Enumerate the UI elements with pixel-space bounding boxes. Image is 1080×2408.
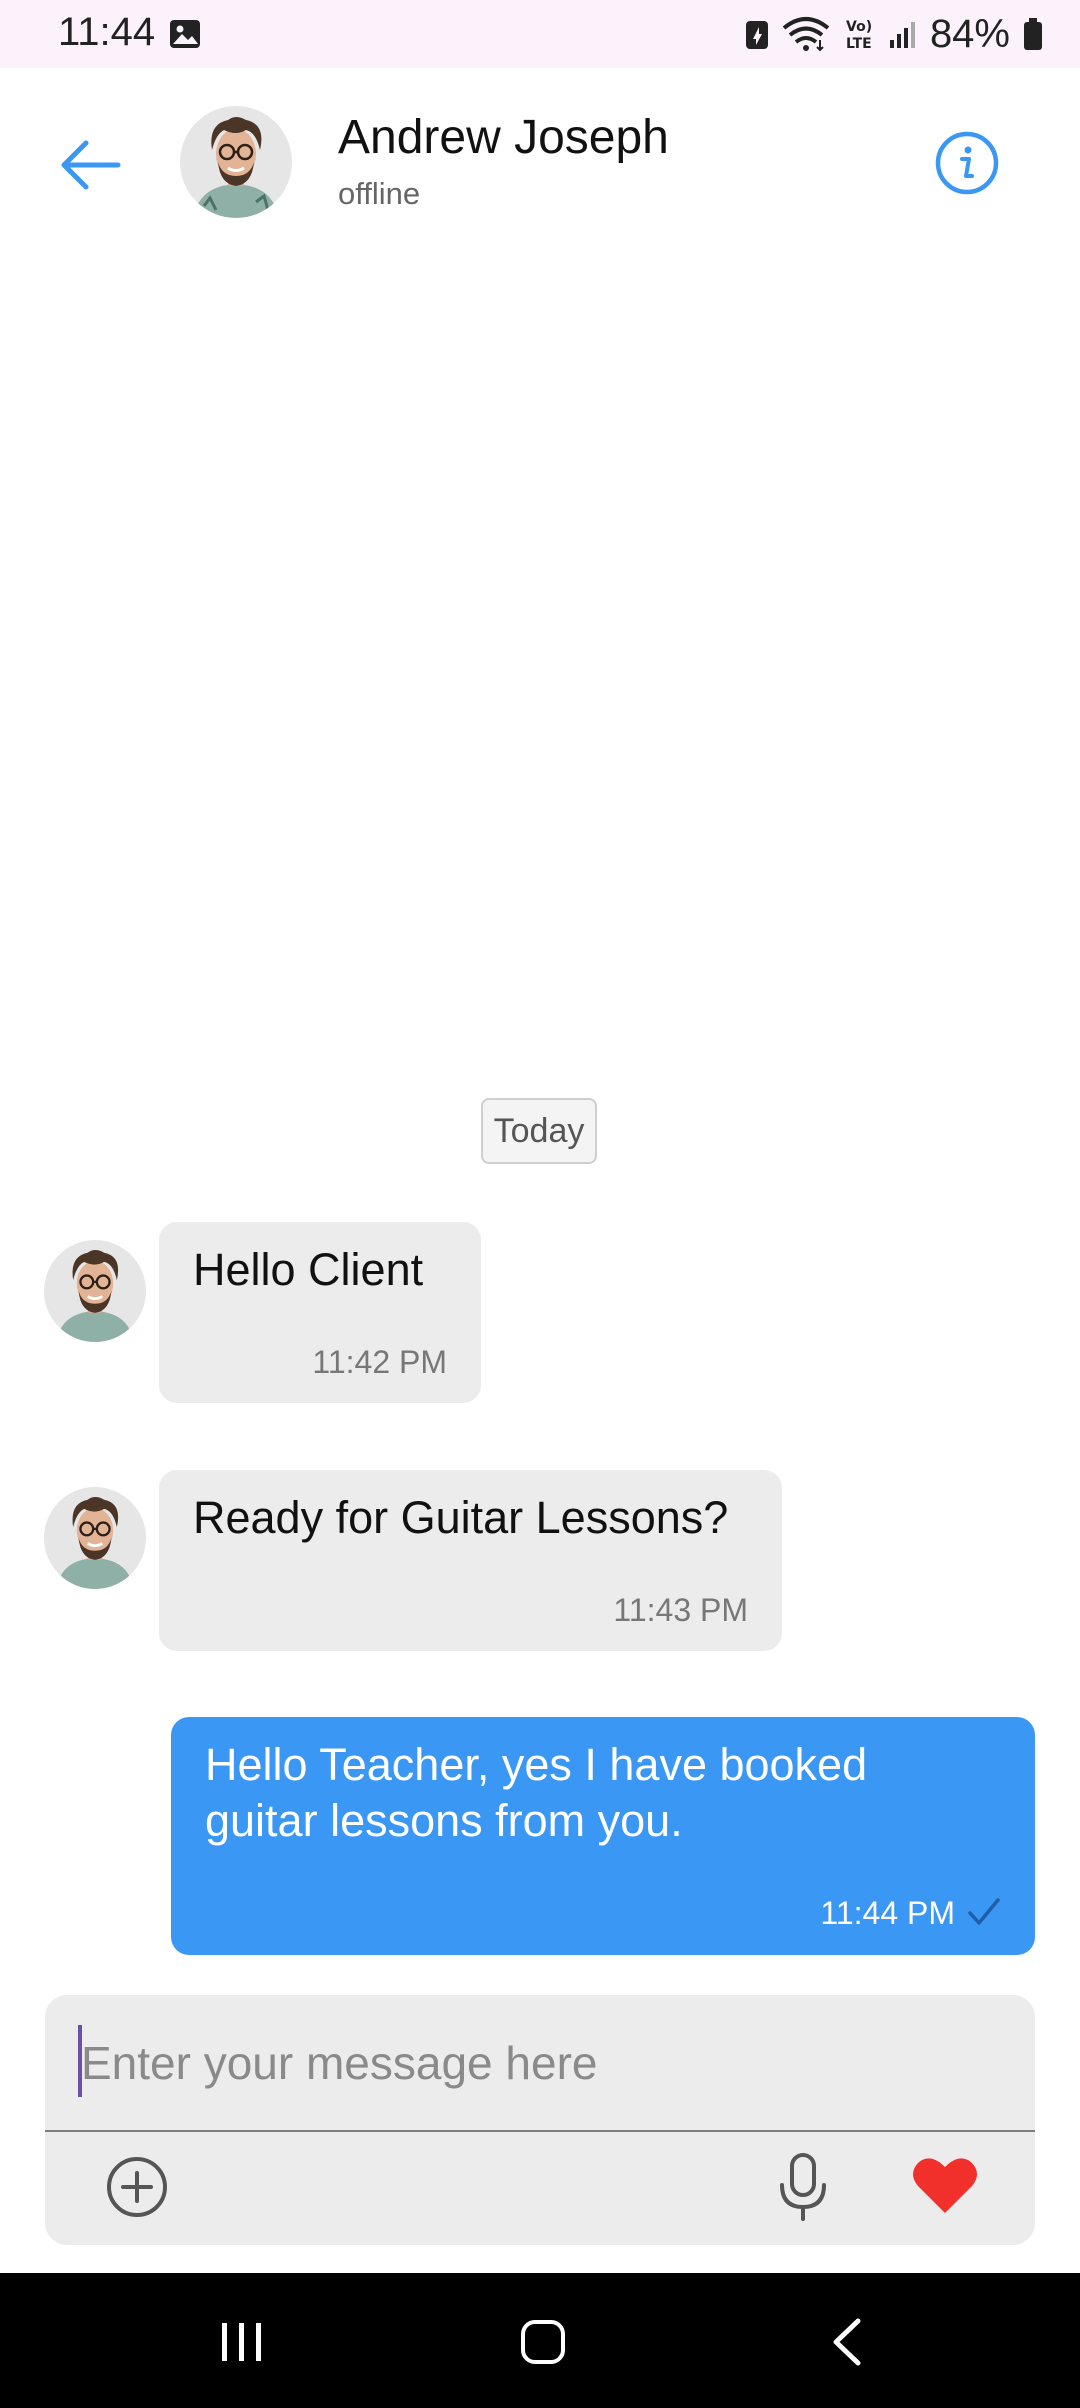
message-time: 11:43 PM: [613, 1592, 748, 1628]
contact-avatar[interactable]: [180, 106, 292, 218]
check-icon: [968, 1898, 1000, 1925]
composer-divider: [45, 2130, 1035, 2132]
volte-icon: Vo) LTE: [846, 19, 872, 52]
battery-icon: [1024, 18, 1042, 50]
contact-status: offline: [338, 176, 421, 211]
status-icons: Vo) LTE 84%: [744, 10, 1044, 58]
message-text: Hello Client: [193, 1244, 424, 1295]
wifi-icon: [782, 17, 830, 52]
message-composer: [45, 1995, 1035, 2245]
message-text: Hello Teacher, yes I have booked guitar …: [205, 1739, 868, 1846]
date-separator: Today: [481, 1098, 597, 1164]
add-circle-icon[interactable]: [105, 2155, 169, 2219]
svg-text:Vo): Vo): [846, 19, 872, 35]
avatar-image: [180, 106, 292, 218]
message-bubble-incoming[interactable]: Ready for Guitar Lessons? 11:43 PM: [159, 1470, 782, 1651]
signal-icon: [889, 22, 915, 48]
message-time: 11:42 PM: [312, 1344, 447, 1380]
status-bar: 11:44 Vo) LTE 84%: [0, 0, 1080, 68]
heart-icon[interactable]: [910, 2153, 980, 2217]
info-icon[interactable]: [934, 130, 1000, 196]
recent-apps-icon[interactable]: [218, 2319, 266, 2365]
home-icon[interactable]: [520, 2319, 566, 2365]
message-time: 11:44 PM: [820, 1895, 955, 1931]
data-saver-icon: [745, 21, 768, 49]
message-bubble-incoming[interactable]: Hello Client 11:42 PM: [159, 1222, 481, 1403]
back-arrow-icon[interactable]: [56, 130, 126, 200]
gallery-icon: [170, 20, 200, 48]
system-nav-bar: [0, 2273, 1080, 2408]
contact-name[interactable]: Andrew Joseph: [338, 110, 669, 165]
message-text: Ready for Guitar Lessons?: [193, 1492, 729, 1543]
chat-header: Andrew Joseph offline: [0, 68, 1080, 258]
sender-avatar[interactable]: [44, 1487, 146, 1589]
message-input[interactable]: [45, 1995, 1035, 2130]
avatar-image: [44, 1240, 146, 1342]
message-bubble-outgoing[interactable]: Hello Teacher, yes I have booked guitar …: [171, 1717, 1035, 1955]
avatar-image: [44, 1487, 146, 1589]
sender-avatar[interactable]: [44, 1240, 146, 1342]
status-time: 11:44: [58, 10, 156, 54]
battery-percent: 84%: [929, 11, 1010, 56]
microphone-icon[interactable]: [775, 2151, 831, 2223]
back-icon[interactable]: [828, 2317, 864, 2367]
text-cursor: [78, 2025, 82, 2097]
svg-text:LTE: LTE: [846, 36, 872, 52]
